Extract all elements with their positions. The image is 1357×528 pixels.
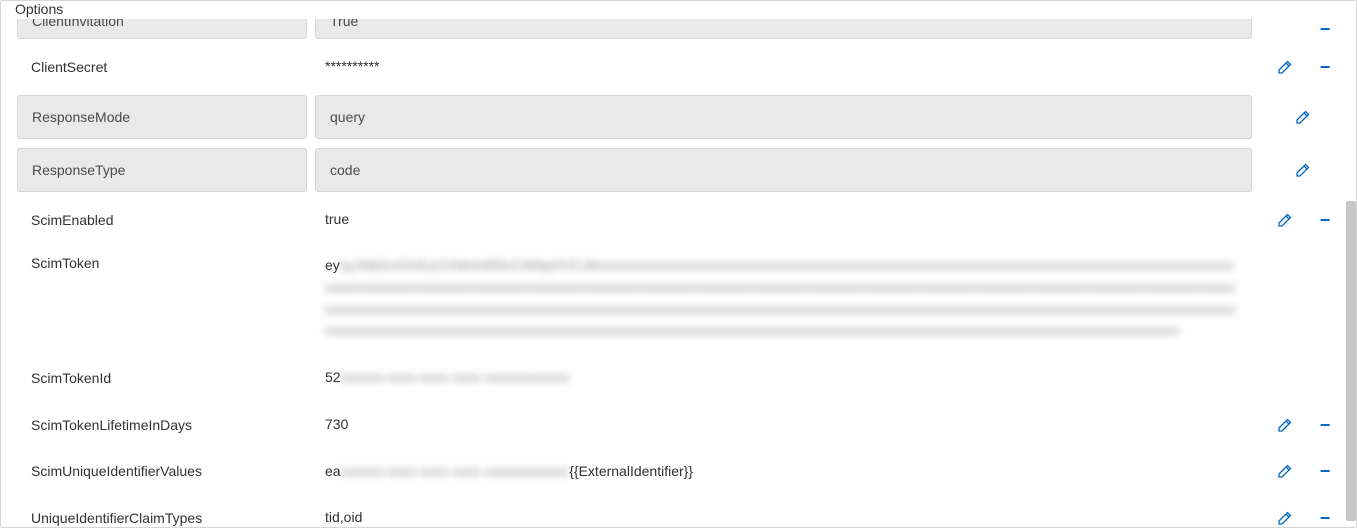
option-label: UniqueIdentifierClaimTypes — [17, 502, 216, 527]
option-row-clientinvitation: ClientInvitation True − — [17, 19, 1340, 39]
value-prefix: 52 — [325, 369, 341, 385]
scrollbar-thumb[interactable] — [1346, 201, 1356, 521]
options-panel: Options ClientInvitation True − ClientSe… — [0, 0, 1357, 528]
option-label: ScimUniqueIdentifierValues — [17, 455, 216, 487]
option-label: ClientInvitation — [17, 19, 307, 39]
remove-button[interactable]: − — [1316, 416, 1334, 434]
edit-icon — [1277, 417, 1293, 433]
obscured-text: xxxxxx-xxxx-xxxx-xxxx-xxxxxxxxxxxx — [341, 463, 570, 479]
minus-icon: − — [1320, 509, 1331, 527]
edit-icon — [1277, 59, 1293, 75]
remove-button[interactable]: − — [1316, 58, 1334, 76]
option-label: ScimTokenLifetimeInDays — [17, 409, 206, 441]
remove-button[interactable]: − — [1316, 509, 1334, 527]
edit-button[interactable] — [1294, 108, 1312, 126]
panel-title: Options — [11, 0, 67, 18]
remove-button[interactable]: − — [1316, 20, 1334, 38]
edit-button[interactable] — [1276, 462, 1294, 480]
option-value: query — [315, 95, 1252, 139]
obscured-text: eyJhbGciOiJIUzI1NiIsInR5cCI6IkpXVCJ9xxxx… — [325, 257, 1235, 338]
minus-icon: − — [1320, 416, 1331, 434]
option-row-responsemode: ResponseMode query — [17, 95, 1340, 139]
edit-button[interactable] — [1294, 161, 1312, 179]
option-label: ScimToken — [17, 247, 113, 279]
minus-icon: − — [1320, 58, 1331, 76]
edit-icon — [1277, 510, 1293, 526]
edit-icon — [1277, 212, 1293, 228]
minus-icon: − — [1320, 20, 1331, 38]
option-value: True — [315, 19, 1252, 39]
option-label: ScimTokenId — [17, 362, 125, 394]
edit-button[interactable] — [1276, 509, 1294, 527]
option-value: tid,oid — [315, 499, 376, 527]
edit-button[interactable] — [1276, 58, 1294, 76]
option-row-scimenabled: ScimEnabled true − — [17, 201, 1340, 239]
value-suffix: {{ExternalIdentifier}} — [569, 463, 693, 479]
option-label: ResponseMode — [17, 95, 307, 139]
edit-button[interactable] — [1276, 416, 1294, 434]
option-value: eaxxxxxx-xxxx-xxxx-xxxx-xxxxxxxxxxxx{{Ex… — [315, 453, 707, 491]
option-row-scimtokenlifetimeindays: ScimTokenLifetimeInDays 730 − — [17, 406, 1340, 444]
minus-icon: − — [1320, 462, 1331, 480]
option-label: ScimEnabled — [17, 204, 128, 236]
option-value: 730 — [315, 406, 362, 444]
edit-icon — [1295, 109, 1311, 125]
option-value: eyeyJhbGciOiJIUzI1NiIsInR5cCI6IkpXVCJ9xx… — [315, 247, 1252, 350]
option-row-scimuniqueidentifiervalues: ScimUniqueIdentifierValues eaxxxxxx-xxxx… — [17, 453, 1340, 491]
option-value: 52xxxxxx-xxxx-xxxx-xxxx-xxxxxxxxxxxx — [315, 359, 583, 397]
option-label: ResponseType — [17, 148, 307, 192]
remove-button[interactable]: − — [1316, 211, 1334, 229]
value-prefix: ea — [325, 463, 341, 479]
option-row-scimtokenid: ScimTokenId 52xxxxxx-xxxx-xxxx-xxxx-xxxx… — [17, 359, 1340, 397]
option-row-clientsecret: ClientSecret ********** − — [17, 48, 1340, 86]
option-row-responsetype: ResponseType code — [17, 148, 1340, 192]
option-label: ClientSecret — [17, 51, 121, 83]
option-value: code — [315, 148, 1252, 192]
minus-icon: − — [1320, 211, 1331, 229]
option-row-uniqueidentifierclaimtypes: UniqueIdentifierClaimTypes tid,oid − — [17, 499, 1340, 527]
option-value: true — [315, 201, 363, 239]
edit-icon — [1295, 162, 1311, 178]
edit-icon — [1277, 463, 1293, 479]
option-value: ********** — [315, 48, 393, 86]
remove-button[interactable]: − — [1316, 462, 1334, 480]
obscured-text: xxxxxx-xxxx-xxxx-xxxx-xxxxxxxxxxxx — [341, 369, 570, 385]
edit-button[interactable] — [1276, 211, 1294, 229]
option-row-scimtoken: ScimToken eyeyJhbGciOiJIUzI1NiIsInR5cCI6… — [17, 247, 1340, 350]
panel-body: ClientInvitation True − ClientSecret ***… — [1, 1, 1356, 527]
